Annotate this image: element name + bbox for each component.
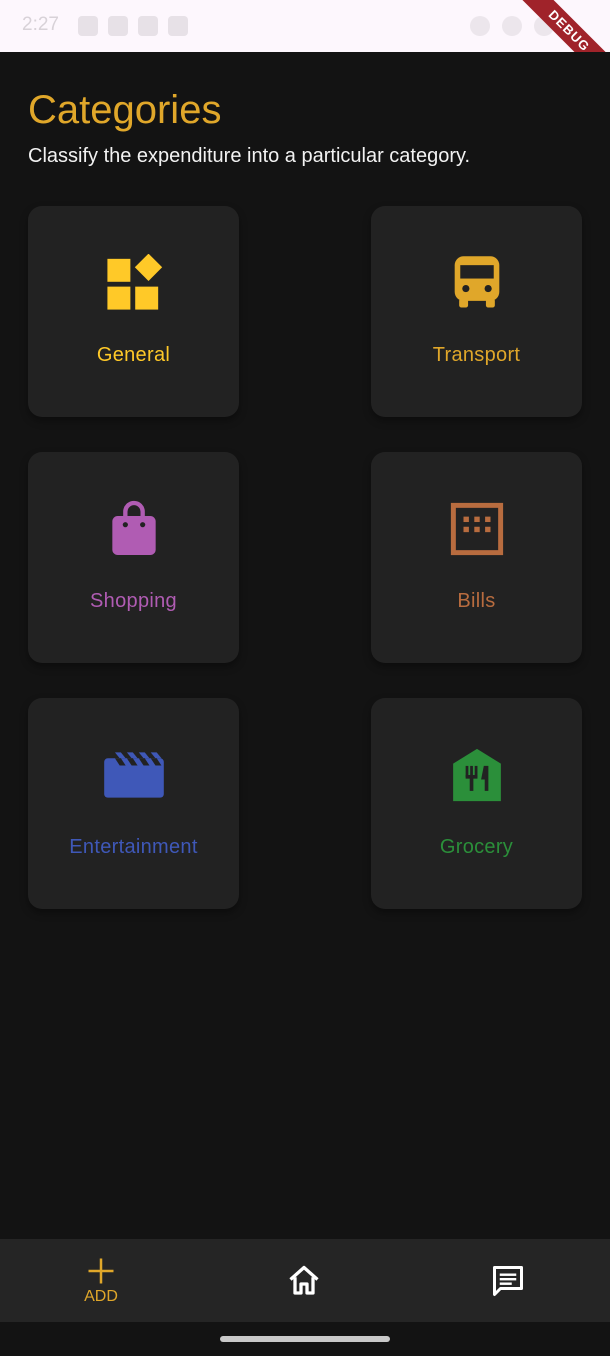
- category-label: Shopping: [90, 590, 177, 612]
- category-label: Bills: [457, 590, 496, 612]
- page-subtitle: Classify the expenditure into a particul…: [28, 145, 471, 167]
- bottom-nav: ADD: [0, 1239, 610, 1322]
- category-card-shopping[interactable]: Shopping: [28, 452, 239, 663]
- shopping-bag-icon: [103, 498, 165, 560]
- movie-clapper-icon: [103, 744, 165, 806]
- category-card-transport[interactable]: Transport: [371, 206, 582, 417]
- category-label: General: [96, 344, 171, 366]
- whatsapp-icon: [78, 16, 98, 36]
- chat-button[interactable]: [468, 1239, 548, 1322]
- alarm-icon: [470, 16, 490, 36]
- gesture-handle[interactable]: [220, 1336, 390, 1342]
- plus-icon: [88, 1258, 114, 1283]
- signal-icon: [502, 16, 522, 36]
- add-label: ADD: [84, 1287, 118, 1305]
- bus-icon: [446, 252, 508, 314]
- home-button[interactable]: [264, 1239, 344, 1322]
- notification-icons: [78, 16, 188, 36]
- gesture-area: [0, 1322, 610, 1356]
- widgets-icon: [103, 252, 165, 314]
- category-card-general[interactable]: General: [28, 206, 239, 417]
- calendar-grid-icon: [446, 498, 508, 560]
- category-card-bills[interactable]: Bills: [371, 452, 582, 663]
- category-card-grocery[interactable]: Grocery: [371, 698, 582, 909]
- message-icon: [138, 16, 158, 36]
- app-icon: [108, 16, 128, 36]
- category-label: Entertainment: [69, 836, 198, 858]
- status-time: 2:27: [22, 14, 59, 35]
- store-restaurant-icon: [446, 744, 508, 806]
- status-bar: 2:27 DEBUG: [0, 0, 610, 52]
- add-button[interactable]: ADD: [61, 1239, 141, 1322]
- category-label: Transport: [432, 344, 521, 366]
- category-grid: General Transport Shopping Bills Enterta…: [28, 206, 582, 909]
- chat-icon: [493, 1265, 523, 1296]
- notification-icon: [168, 16, 188, 36]
- category-card-entertainment[interactable]: Entertainment: [28, 698, 239, 909]
- page-title: Categories: [28, 88, 222, 132]
- home-icon: [289, 1265, 319, 1295]
- category-label: Grocery: [439, 836, 514, 858]
